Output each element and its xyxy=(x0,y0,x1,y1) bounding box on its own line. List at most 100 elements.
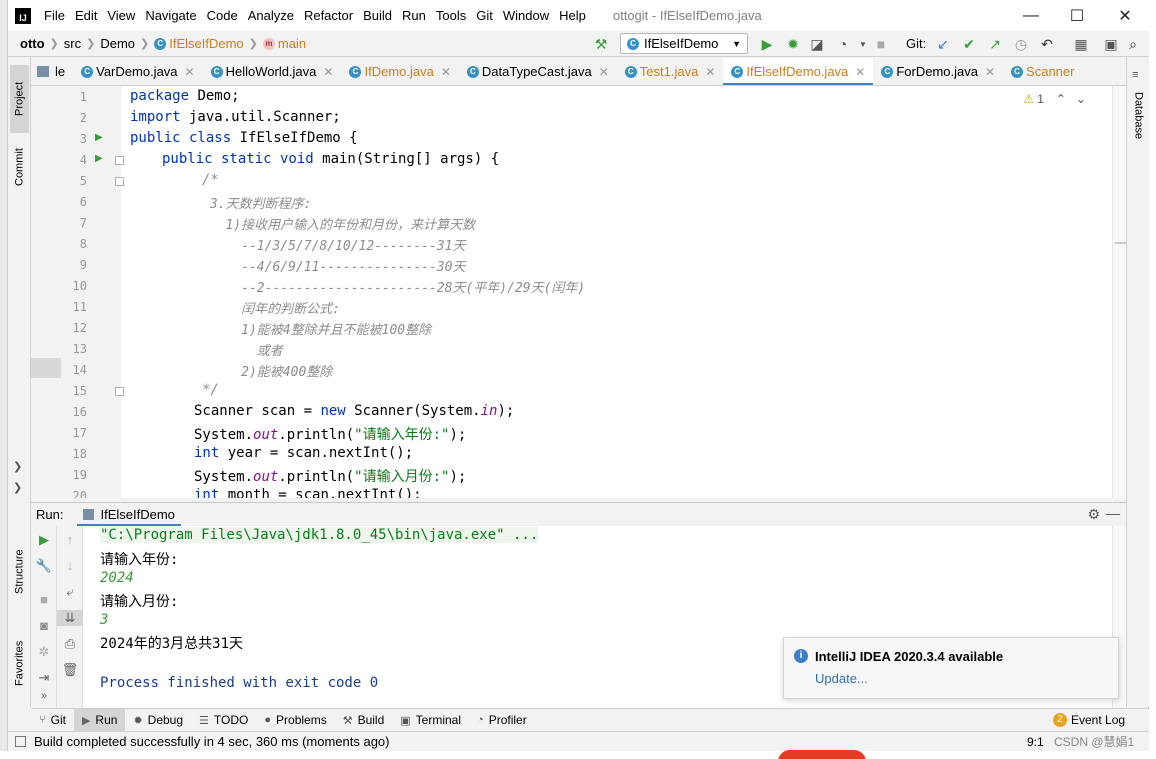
menu-window[interactable]: Window xyxy=(498,8,554,23)
trash-icon[interactable]: 🗑 xyxy=(57,662,83,678)
menu-edit[interactable]: Edit xyxy=(70,8,102,23)
tool-problems[interactable]: ● Problems xyxy=(256,709,334,732)
menu-refactor[interactable]: Refactor xyxy=(299,8,358,23)
tab-test1[interactable]: C Test1.java ✕ xyxy=(617,58,724,85)
history-icon[interactable]: ◷ xyxy=(1012,35,1030,53)
scroll-to-end-icon[interactable]: ⇊ xyxy=(57,610,83,626)
menu-view[interactable]: View xyxy=(102,8,140,23)
close-tab-icon[interactable]: ✕ xyxy=(441,65,451,79)
more-icon[interactable]: » xyxy=(31,690,57,702)
commit-tool-tab[interactable]: Commit xyxy=(10,137,29,197)
exit-icon[interactable]: ⇥ xyxy=(31,670,57,686)
run-main-gutter-icon[interactable]: ▶ xyxy=(95,153,103,164)
gear-icon[interactable]: ⚙ xyxy=(1087,506,1100,523)
tab-partial[interactable]: le xyxy=(31,58,73,85)
tab-helloworld[interactable]: C HelloWorld.java ✕ xyxy=(203,58,342,85)
menu-file[interactable]: File xyxy=(39,8,70,23)
menu-build[interactable]: Build xyxy=(358,8,397,23)
maximize-icon[interactable]: ☐ xyxy=(1054,0,1100,31)
tool-profiler[interactable]: ◔ Profiler xyxy=(469,709,535,732)
chevron-up-icon[interactable]: ⌃ xyxy=(1056,92,1066,106)
code-text: month = scan.nextInt(); xyxy=(219,487,422,498)
git-update-icon[interactable]: ↙ xyxy=(934,35,952,53)
wrench-icon[interactable]: 🔧 xyxy=(31,558,57,574)
stop-icon[interactable]: ■ xyxy=(872,35,890,53)
menu-analyze[interactable]: Analyze xyxy=(243,8,299,23)
tool-event-log[interactable]: 2 Event Log xyxy=(1045,709,1133,732)
inspection-widget[interactable]: ⚠ 1 ⌃ ⌄ xyxy=(1023,92,1086,106)
fold-icon[interactable] xyxy=(115,156,124,165)
tab-datatypecast[interactable]: C DataTypeCast.java ✕ xyxy=(459,58,617,85)
menu-git[interactable]: Git xyxy=(471,8,498,23)
breadcrumb-src[interactable]: src xyxy=(64,36,81,51)
menu-tools[interactable]: Tools xyxy=(431,8,471,23)
menu-code[interactable]: Code xyxy=(202,8,243,23)
tool-debug[interactable]: ✹ Debug xyxy=(125,709,191,732)
close-tab-icon[interactable]: ✕ xyxy=(985,65,995,79)
git-push-icon[interactable]: ↗ xyxy=(986,35,1004,53)
layout-toggle-icon[interactable] xyxy=(15,736,26,747)
project-structure-icon[interactable]: ▦ xyxy=(1072,35,1090,53)
menu-navigate[interactable]: Navigate xyxy=(140,8,201,23)
update-link[interactable]: Update... xyxy=(815,671,868,686)
more-run-icon[interactable]: ▼ xyxy=(854,35,872,53)
tool-label: Git xyxy=(50,713,66,727)
git-commit-icon[interactable]: ✔ xyxy=(960,35,978,53)
tool-git[interactable]: ⑂ Git xyxy=(31,709,74,732)
build-hammer-icon[interactable]: ⚒ xyxy=(592,35,610,53)
stop-icon[interactable]: ■ xyxy=(31,592,57,607)
camera-icon[interactable]: ◙ xyxy=(31,618,57,633)
rollback-icon[interactable]: ↶ xyxy=(1038,35,1056,53)
close-tab-icon[interactable]: ✕ xyxy=(599,65,609,79)
tool-build[interactable]: ⚒ Build xyxy=(335,709,393,732)
minimize-icon[interactable]: — xyxy=(1008,0,1054,31)
tab-ifelseifdemo[interactable]: C IfElseIfDemo.java ✕ xyxy=(723,58,874,85)
tab-vardemo[interactable]: C VarDemo.java ✕ xyxy=(73,58,202,85)
editor-scrollbar[interactable] xyxy=(1112,86,1126,498)
arrow-down-icon[interactable]: ↓ xyxy=(57,558,83,573)
run-configuration-select[interactable]: C IfElseIfDemo ▼ xyxy=(620,33,748,54)
run-icon[interactable]: ▶ xyxy=(758,35,776,53)
rerun-icon[interactable]: ▶ xyxy=(31,532,57,548)
minimize-panel-icon[interactable]: — xyxy=(1106,505,1120,521)
close-tab-icon[interactable]: ✕ xyxy=(323,65,333,79)
menu-run[interactable]: Run xyxy=(397,8,431,23)
chevron-right-icon[interactable]: ❯ xyxy=(13,481,22,494)
tab-ifdemo[interactable]: C IfDemo.java ✕ xyxy=(341,58,458,85)
debug-icon[interactable]: ✹ xyxy=(784,35,802,53)
tool-run[interactable]: ▶ Run xyxy=(73,708,126,732)
arrow-up-icon[interactable]: ↑ xyxy=(57,532,83,547)
database-tool-tab[interactable]: Database xyxy=(1129,85,1148,147)
profile-icon[interactable]: ◔ xyxy=(834,35,852,53)
soft-wrap-icon[interactable]: ⤶ xyxy=(57,584,83,600)
breadcrumb-project[interactable]: otto xyxy=(20,36,45,51)
fold-icon[interactable] xyxy=(115,177,124,186)
close-tab-icon[interactable]: ✕ xyxy=(855,65,865,79)
caret-position[interactable]: 9:1 xyxy=(1027,735,1044,749)
presentation-icon[interactable]: ▣ xyxy=(1102,35,1120,53)
run-class-gutter-icon[interactable]: ▶ xyxy=(95,132,103,143)
close-tab-icon[interactable]: ✕ xyxy=(705,65,715,79)
tool-terminal[interactable]: ▣ Terminal xyxy=(392,709,469,732)
coverage-icon[interactable]: ◪ xyxy=(808,35,826,53)
breadcrumb-method[interactable]: m main xyxy=(262,36,306,51)
tool-todo[interactable]: ☰ TODO xyxy=(191,709,256,732)
close-icon[interactable]: ✕ xyxy=(1102,0,1148,31)
run-tab-ifelseifdemo[interactable]: IfElseIfDemo xyxy=(77,503,181,527)
tab-scanner[interactable]: C Scanner xyxy=(1003,58,1082,85)
close-tab-icon[interactable]: ✕ xyxy=(185,65,195,79)
chevron-down-icon[interactable]: ⌄ xyxy=(1076,92,1086,106)
project-tool-tab[interactable]: Project xyxy=(10,65,29,133)
chevron-right-icon[interactable]: ❯ xyxy=(13,460,22,473)
settings-icon[interactable]: ✲ xyxy=(31,644,57,660)
tab-fordemo[interactable]: C ForDemo.java ✕ xyxy=(873,58,1003,85)
code-editor[interactable]: 1 2 3 4 5 6 7 8 9 10 11 12 13 14 15 16 17 18 19 20 ▶ ▶ pack… xyxy=(31,86,1126,498)
print-icon[interactable]: ⎙ xyxy=(57,636,83,652)
search-icon[interactable]: ⌕ xyxy=(1124,35,1142,53)
breadcrumb-class[interactable]: C IfElseIfDemo xyxy=(154,36,244,51)
structure-tool-tab[interactable]: Structure xyxy=(10,537,29,607)
breadcrumb-package[interactable]: Demo xyxy=(100,36,135,51)
fold-icon[interactable] xyxy=(115,387,124,396)
favorites-tool-tab[interactable]: Favorites xyxy=(10,627,29,699)
menu-help[interactable]: Help xyxy=(554,8,591,23)
